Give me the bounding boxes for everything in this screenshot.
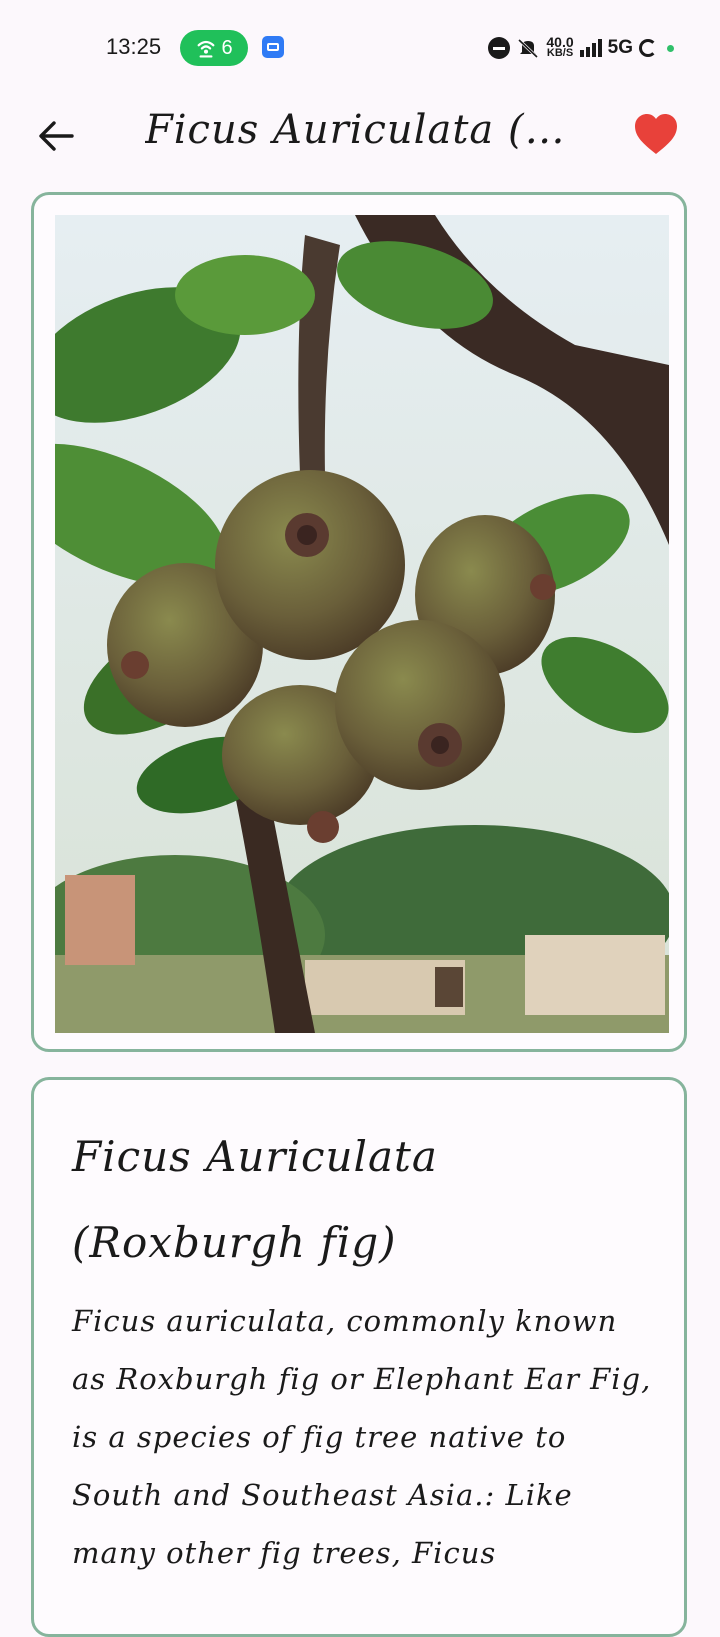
app-header: Ficus Auriculata (Roxburgh fig) [0, 96, 720, 182]
system-indicators: 40.0 KB/S 5G [488, 32, 674, 64]
fig-fruit-photo [55, 215, 669, 1033]
hotspot-count: 6 [221, 36, 233, 59]
plant-detail-card: Ficus Auriculata (Roxburgh fig) Ficus au… [31, 1077, 687, 1637]
network-type: 5G [607, 37, 633, 58]
privacy-indicator-dot [667, 44, 674, 52]
plant-image-card [31, 192, 687, 1052]
arrow-left-icon [39, 121, 74, 151]
status-bar: 13:25 6 40.0 KB/S 5G [0, 0, 720, 96]
do-not-disturb-icon [488, 37, 511, 59]
plant-photo[interactable] [55, 215, 669, 1033]
hotspot-indicator[interactable]: 6 [180, 30, 248, 66]
plant-description: Ficus auriculata, commonly known as Roxb… [72, 1304, 652, 1570]
signal-strength-icon [579, 39, 602, 57]
favorite-button[interactable] [632, 112, 680, 156]
network-speed-unit: KB/S [546, 47, 574, 59]
wifi-hotspot-icon [198, 40, 215, 58]
plant-name-heading: Ficus Auriculata (Roxburgh fig) [72, 1132, 438, 1267]
app-notification-icon [262, 36, 284, 58]
status-time: 13:25 [106, 34, 162, 59]
heart-icon [635, 114, 677, 154]
vibrate-mute-icon [518, 38, 539, 59]
network-speed: 40.0 KB/S [546, 35, 574, 59]
page-title: Ficus Auriculata (Roxburgh fig) [145, 107, 585, 153]
sync-icon [639, 39, 657, 57]
back-button[interactable] [36, 114, 80, 158]
